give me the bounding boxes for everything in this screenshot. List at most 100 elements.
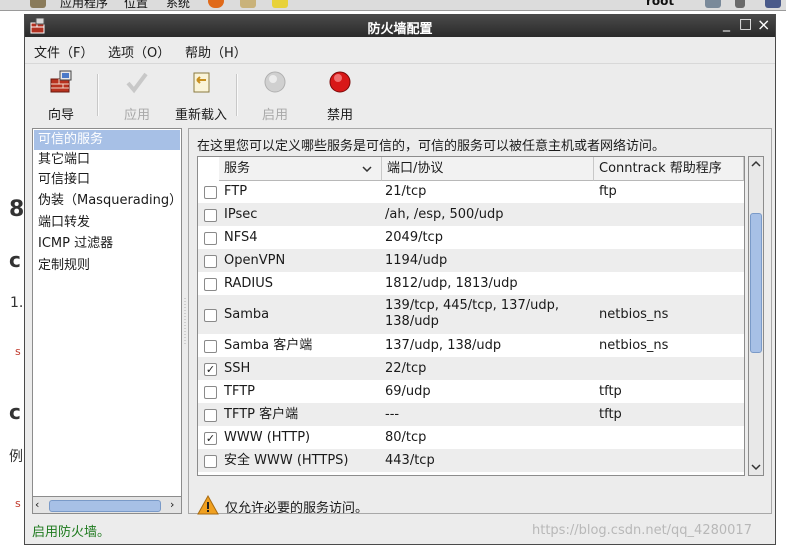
service-name: RADIUS bbox=[224, 276, 274, 291]
row-checkbox[interactable] bbox=[204, 232, 217, 245]
column-header-service[interactable]: 服务 bbox=[219, 157, 382, 181]
bg-fragment: s bbox=[15, 497, 21, 510]
title-bar[interactable]: 防火墙配置 _ □ × bbox=[25, 15, 775, 37]
bg-fragment: 例 bbox=[9, 449, 23, 465]
service-helper: ftp bbox=[599, 184, 617, 199]
table-row[interactable]: NFS4 2049/tcp bbox=[198, 226, 744, 249]
minimize-button[interactable]: _ bbox=[723, 16, 730, 32]
apply-button[interactable]: 应用 bbox=[117, 70, 157, 123]
reload-icon bbox=[193, 72, 210, 93]
service-name: TFTP 客户端 bbox=[224, 407, 299, 422]
row-checkbox[interactable] bbox=[204, 255, 217, 268]
table-row[interactable]: Samba 139/tcp, 445/tcp, 137/udp, 138/udp… bbox=[198, 295, 744, 334]
display-icon[interactable] bbox=[765, 0, 781, 8]
row-checkbox-checked[interactable]: ✓ bbox=[204, 432, 217, 445]
panel-menu-system[interactable]: 系统 bbox=[166, 0, 190, 10]
services-pane: 在这里您可以定义哪些服务是可信的，可信的服务可以被任意主机或者网络访问。 服务 … bbox=[188, 128, 772, 516]
category-port-forwarding[interactable]: 端口转发 bbox=[34, 213, 180, 233]
horizontal-scrollbar[interactable]: ‹ › bbox=[32, 496, 182, 514]
service-helper: netbios_ns bbox=[599, 307, 669, 322]
row-checkbox[interactable] bbox=[204, 340, 217, 353]
category-trusted-interfaces[interactable]: 可信接口 bbox=[34, 170, 180, 190]
category-masquerading[interactable]: 伪装（Masquerading） bbox=[34, 191, 182, 211]
maximize-button[interactable]: □ bbox=[739, 16, 752, 32]
bg-fragment: c bbox=[9, 400, 21, 424]
mail-icon[interactable] bbox=[240, 0, 256, 8]
bg-fragment: s bbox=[15, 345, 21, 358]
category-icmp-filter[interactable]: ICMP 过滤器 bbox=[34, 234, 180, 254]
column-header-service-label: 服务 bbox=[224, 161, 251, 176]
category-list: 可信的服务 其它端口 可信接口 伪装（Masquerading） 端口转发 IC… bbox=[32, 128, 182, 514]
row-checkbox[interactable] bbox=[204, 278, 217, 291]
menu-options[interactable]: 选项（O） bbox=[108, 42, 170, 61]
table-row[interactable]: 安全 WWW (HTTPS) 443/tcp bbox=[198, 449, 744, 472]
service-ports: 22/tcp bbox=[385, 361, 427, 376]
row-checkbox-checked[interactable]: ✓ bbox=[204, 363, 217, 376]
panel-menu-applications[interactable]: 应用程序 bbox=[60, 0, 108, 10]
scroll-down-arrow-icon[interactable] bbox=[751, 463, 761, 471]
table-row[interactable]: ✓ WWW (HTTP) 80/tcp bbox=[198, 426, 744, 449]
bg-fragment: c bbox=[9, 248, 21, 272]
menu-help[interactable]: 帮助（H） bbox=[185, 42, 247, 61]
panel-menu-places[interactable]: 位置 bbox=[124, 0, 148, 10]
service-ports: 443/tcp bbox=[385, 453, 435, 468]
scroll-up-arrow-icon[interactable] bbox=[751, 160, 761, 168]
services-table: 服务 端口/协议 Conntrack 帮助程序 FTP 21/tcp ftp I… bbox=[197, 156, 745, 476]
row-checkbox[interactable] bbox=[204, 409, 217, 422]
row-checkbox[interactable] bbox=[204, 186, 217, 199]
table-row[interactable]: Samba 客户端 137/udp, 138/udp netbios_ns bbox=[198, 334, 744, 357]
reload-label: 重新载入 bbox=[174, 108, 227, 123]
scroll-right-arrow-icon[interactable]: › bbox=[170, 498, 174, 511]
bg-fragment: 8 bbox=[9, 197, 25, 222]
table-row[interactable]: RADIUS 1812/udp, 1813/udp bbox=[198, 272, 744, 295]
enable-button[interactable]: 启用 bbox=[255, 70, 295, 123]
toolbar: 向导 应用 重新载入 启用 禁用 bbox=[25, 63, 775, 126]
service-helper: tftp bbox=[599, 384, 622, 399]
service-ports: 21/tcp bbox=[385, 184, 427, 199]
toolbar-separator bbox=[236, 74, 238, 116]
service-helper: tftp bbox=[599, 407, 622, 422]
volume-icon[interactable] bbox=[735, 0, 745, 8]
apply-label: 应用 bbox=[123, 108, 150, 123]
service-ports: 2049/tcp bbox=[385, 230, 443, 245]
vertical-scrollbar[interactable] bbox=[748, 156, 764, 476]
table-row[interactable]: FTP 21/tcp ftp bbox=[198, 181, 744, 203]
category-other-ports[interactable]: 其它端口 bbox=[34, 150, 180, 170]
network-icon[interactable] bbox=[705, 0, 721, 8]
column-header-ports[interactable]: 端口/协议 bbox=[382, 157, 594, 181]
service-ports: 69/udp bbox=[385, 384, 431, 399]
toolbar-separator bbox=[97, 74, 99, 116]
scroll-thumb[interactable] bbox=[750, 213, 762, 353]
services-description: 在这里您可以定义哪些服务是可信的，可信的服务可以被任意主机或者网络访问。 bbox=[197, 139, 666, 154]
window-title: 防火墙配置 bbox=[367, 22, 433, 37]
row-checkbox[interactable] bbox=[204, 386, 217, 399]
row-checkbox[interactable] bbox=[204, 455, 217, 468]
scroll-left-arrow-icon[interactable]: ‹ bbox=[35, 498, 39, 511]
menu-file[interactable]: 文件（F） bbox=[34, 42, 93, 61]
pane-splitter[interactable] bbox=[183, 128, 187, 514]
row-checkbox[interactable] bbox=[204, 309, 217, 322]
row-checkbox[interactable] bbox=[204, 209, 217, 222]
foot-menu-icon[interactable] bbox=[30, 0, 46, 8]
wizard-label: 向导 bbox=[47, 108, 74, 123]
firewall-window: 防火墙配置 _ □ × 文件（F） 选项（O） 帮助（H） 向导 应用 重新载入… bbox=[24, 14, 776, 545]
category-custom-rules[interactable]: 定制规则 bbox=[34, 256, 180, 276]
table-row[interactable]: TFTP 客户端 --- tftp bbox=[198, 403, 744, 426]
column-header-conntrack[interactable]: Conntrack 帮助程序 bbox=[594, 157, 744, 181]
category-trusted-services[interactable]: 可信的服务 bbox=[34, 130, 180, 150]
firefox-icon[interactable] bbox=[208, 0, 224, 8]
wizard-button[interactable]: 向导 bbox=[41, 70, 81, 123]
close-button[interactable]: × bbox=[757, 15, 770, 34]
scroll-thumb[interactable] bbox=[49, 500, 161, 512]
sort-chevron-down-icon bbox=[362, 166, 372, 172]
table-row[interactable]: ✓ SSH 22/tcp bbox=[198, 357, 744, 380]
table-row[interactable]: IPsec /ah, /esp, 500/udp bbox=[198, 203, 744, 226]
top-panel: 应用程序 位置 系统 root bbox=[0, 0, 786, 11]
warning-icon bbox=[197, 495, 219, 515]
notes-icon[interactable] bbox=[272, 0, 288, 8]
table-row[interactable]: OpenVPN 1194/udp bbox=[198, 249, 744, 272]
warning-note: 仅允许必要的服务访问。 bbox=[225, 501, 369, 516]
reload-button[interactable]: 重新载入 bbox=[171, 70, 231, 123]
table-row[interactable]: TFTP 69/udp tftp bbox=[198, 380, 744, 403]
disable-button[interactable]: 禁用 bbox=[320, 70, 360, 123]
